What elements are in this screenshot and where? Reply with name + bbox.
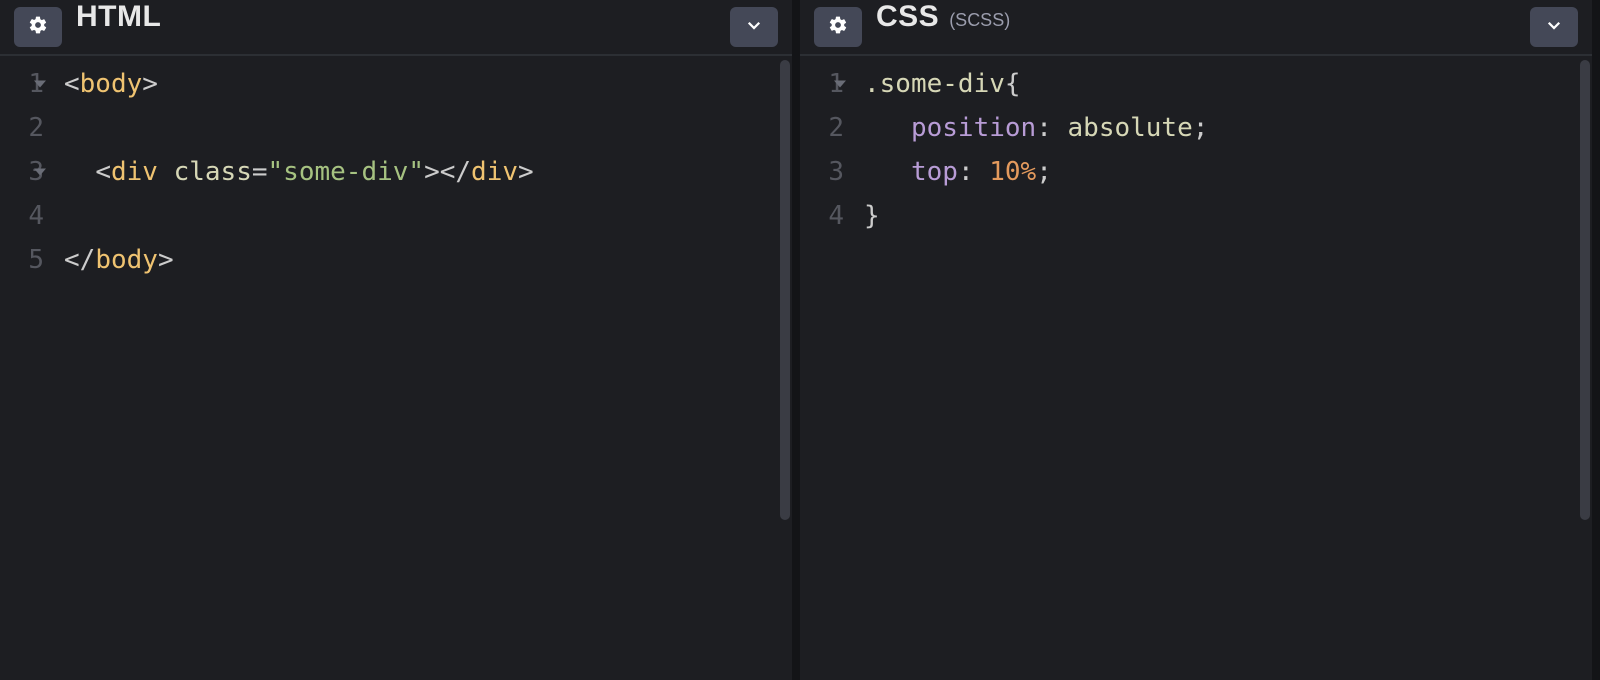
collapse-button[interactable] — [1530, 7, 1578, 47]
fold-caret-icon[interactable] — [34, 169, 46, 176]
panel-title: HTML — [76, 0, 161, 34]
chevron-down-icon — [745, 16, 763, 39]
line-number: 2 — [0, 106, 44, 150]
scrollbar-thumb[interactable] — [1580, 60, 1590, 520]
code-content[interactable]: .some-div{ position: absolute; top: 10%;… — [856, 62, 1592, 680]
collapse-button[interactable] — [730, 7, 778, 47]
code-line[interactable]: .some-div{ — [864, 62, 1592, 106]
settings-button[interactable] — [14, 7, 62, 47]
panel-header: CSS (SCSS) — [800, 0, 1592, 56]
code-line[interactable]: <body> — [64, 62, 792, 106]
panel-subtitle: (SCSS) — [949, 10, 1010, 31]
fold-caret-icon[interactable] — [834, 81, 846, 88]
chevron-down-icon — [1545, 16, 1563, 39]
scrollbar[interactable] — [778, 56, 792, 680]
fold-caret-icon[interactable] — [34, 81, 46, 88]
code-line[interactable]: position: absolute; — [864, 106, 1592, 150]
code-line[interactable]: </body> — [64, 238, 792, 282]
code-editor[interactable]: 12345 <body> <div class="some-div"></div… — [0, 56, 792, 680]
code-content[interactable]: <body> <div class="some-div"></div> </bod… — [56, 62, 792, 680]
gear-icon — [28, 15, 48, 40]
settings-button[interactable] — [814, 7, 862, 47]
line-number: 4 — [0, 194, 44, 238]
code-line[interactable]: <div class="some-div"></div> — [64, 150, 792, 194]
scrollbar-thumb[interactable] — [780, 60, 790, 520]
line-gutter: 1234 — [800, 62, 856, 680]
code-editor[interactable]: 1234 .some-div{ position: absolute; top:… — [800, 56, 1592, 680]
panel-title-wrap: CSS (SCSS) — [876, 0, 1028, 54]
panel-title-wrap: HTML — [76, 0, 189, 54]
panel-title: CSS — [876, 0, 939, 34]
line-number: 3 — [0, 150, 44, 194]
line-number: 4 — [800, 194, 844, 238]
line-number: 5 — [0, 238, 44, 282]
editor-panel-css: CSS (SCSS) 1234 .some-div{ position: abs… — [800, 0, 1600, 680]
editor-panel-html: HTML 12345 <body> <div class="some-div">… — [0, 0, 800, 680]
gear-icon — [828, 15, 848, 40]
code-line[interactable]: } — [864, 194, 1592, 238]
line-number: 1 — [0, 62, 44, 106]
code-line[interactable]: top: 10%; — [864, 150, 1592, 194]
panel-header: HTML — [0, 0, 792, 56]
code-line[interactable] — [64, 106, 792, 150]
line-number: 1 — [800, 62, 844, 106]
line-gutter: 12345 — [0, 62, 56, 680]
scrollbar[interactable] — [1578, 56, 1592, 680]
line-number: 3 — [800, 150, 844, 194]
code-line[interactable] — [64, 194, 792, 238]
line-number: 2 — [800, 106, 844, 150]
